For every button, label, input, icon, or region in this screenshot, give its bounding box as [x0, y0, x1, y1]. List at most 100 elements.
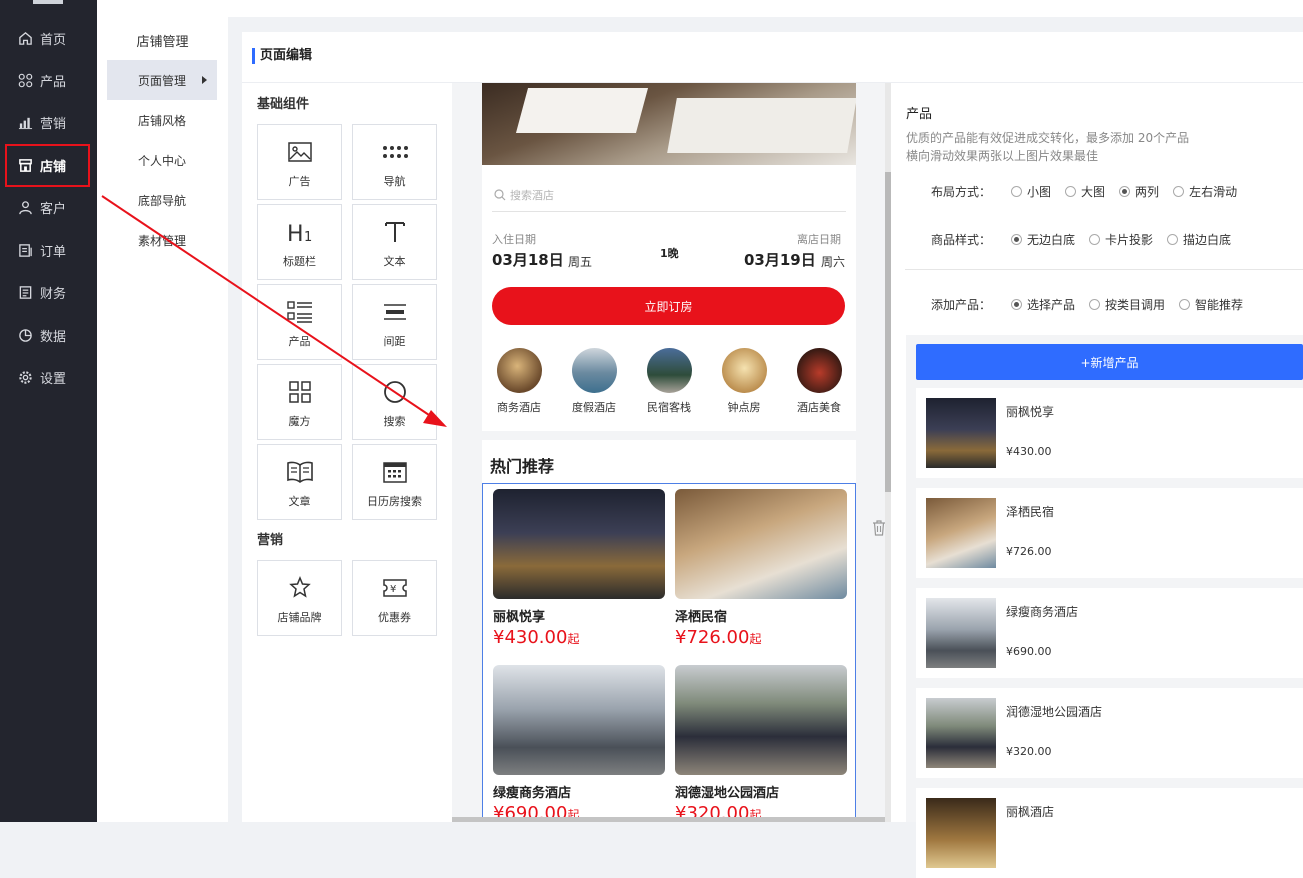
delete-component-button[interactable]	[872, 520, 886, 540]
style-radio-outline-white[interactable]: 描边白底	[1167, 231, 1231, 248]
book-now-button[interactable]: 立即订房	[492, 287, 845, 325]
product-list-item[interactable]: 泽栖民宿 ¥726.00	[916, 488, 1303, 578]
svg-text:1: 1	[304, 230, 312, 244]
product-list-item[interactable]: 润德湿地公园酒店 ¥320.00	[916, 688, 1303, 778]
product-price: ¥726.00	[1006, 545, 1052, 558]
sidebar-item-label: 数据	[40, 329, 67, 345]
radio-circle	[1065, 186, 1077, 197]
radio-circle	[1173, 186, 1185, 197]
hot-item-card[interactable]: 丽枫悦享 ¥430.00起	[493, 489, 665, 648]
category-label: 度假酒店	[572, 401, 616, 414]
hot-recommend-title: 热门推荐	[490, 457, 555, 476]
component-text[interactable]: 文本	[352, 204, 437, 280]
sidebar-item-finance[interactable]: 财务	[5, 272, 90, 312]
store-subnav: 店铺管理 页面管理 店铺风格 个人中心 底部导航 素材管理	[97, 0, 228, 822]
component-coupon[interactable]: ¥ 优惠券	[352, 560, 437, 636]
subnav-item-bottom-nav[interactable]: 底部导航	[107, 180, 217, 220]
add-radio-smart-recommend[interactable]: 智能推荐	[1179, 296, 1243, 313]
component-product[interactable]: 产品	[257, 284, 342, 360]
subnav-item-page-manage[interactable]: 页面管理	[107, 60, 217, 100]
sidebar-item-customers[interactable]: 客户	[5, 187, 90, 227]
layout-radio-two-column[interactable]: 两列	[1119, 183, 1159, 200]
component-nav[interactable]: 导航	[352, 124, 437, 200]
hotel-name: 丽枫悦享	[493, 610, 546, 625]
component-article[interactable]: 文章	[257, 444, 342, 520]
sidebar-item-label: 产品	[40, 74, 67, 90]
product-name: 丽枫酒店	[1006, 805, 1055, 819]
main-sidebar: 首页 产品 营销 店铺 客户 订单 财务 数据 设置	[0, 0, 97, 822]
checkout-date[interactable]: 03月19日	[744, 249, 816, 270]
hot-item-card[interactable]: 泽栖民宿 ¥726.00起	[675, 489, 847, 648]
radio-circle	[1167, 234, 1179, 245]
category-image	[646, 348, 692, 393]
subnav-item-materials[interactable]: 素材管理	[107, 220, 217, 260]
category-resort-hotel[interactable]: 度假酒店	[559, 348, 629, 415]
component-spacing[interactable]: 间距	[352, 284, 437, 360]
properties-description: 优质的产品能有效促进成交转化，最多添加 20个产品	[906, 131, 1190, 145]
sidebar-item-home[interactable]: 首页	[5, 18, 90, 58]
sidebar-item-marketing[interactable]: 营销	[5, 102, 90, 142]
style-radio-card-shadow[interactable]: 卡片投影	[1089, 231, 1153, 248]
layout-radio-small[interactable]: 小图	[1011, 183, 1051, 200]
canvas-horizontal-scrollbar[interactable]	[452, 817, 885, 822]
layout-radio-horizontal-slide[interactable]: 左右滑动	[1173, 183, 1237, 200]
component-label: 店铺品牌	[277, 611, 322, 624]
subnav-item-personal-center[interactable]: 个人中心	[107, 140, 217, 180]
style-radio-plain-white[interactable]: 无边白底	[1011, 231, 1075, 248]
product-list-item[interactable]: 绿瘦商务酒店 ¥690.00	[916, 588, 1303, 678]
component-calendar-search[interactable]: 日历房搜索	[352, 444, 437, 520]
nights-count: 1晚	[660, 247, 679, 260]
text-icon	[384, 219, 406, 245]
hotel-image	[675, 665, 847, 775]
svg-text:H: H	[287, 222, 304, 244]
component-store-brand[interactable]: 店铺品牌	[257, 560, 342, 636]
component-ad[interactable]: 广告	[257, 124, 342, 200]
radio-circle-checked	[1119, 186, 1131, 197]
category-business-hotel[interactable]: 商务酒店	[484, 348, 554, 415]
sidebar-item-data[interactable]: 数据	[5, 315, 90, 355]
category-hourly-room[interactable]: 钟点房	[709, 348, 779, 415]
category-guesthouse[interactable]: 民宿客栈	[634, 348, 704, 415]
subnav-item-store-style[interactable]: 店铺风格	[107, 100, 217, 140]
brand-icon	[288, 575, 311, 601]
subnav-item-label: 底部导航	[138, 193, 187, 208]
hot-item-card[interactable]: 润德湿地公园酒店 ¥320.00起	[675, 665, 847, 822]
subnav-item-label: 页面管理	[138, 73, 187, 88]
image-icon	[287, 139, 312, 165]
component-heading[interactable]: H1 标题栏	[257, 204, 342, 280]
component-label: 导航	[383, 175, 406, 188]
component-palette: 基础组件 广告 导航 H1 标题栏 文本 产品 间距 魔方 搜索 文章 日历房搜…	[242, 83, 452, 822]
sidebar-item-settings[interactable]: 设置	[5, 357, 90, 397]
category-hotel-dining[interactable]: 酒店美食	[784, 348, 854, 415]
sidebar-item-label: 首页	[40, 32, 67, 48]
sidebar-item-label: 财务	[40, 286, 67, 302]
logo	[33, 0, 63, 4]
product-component-selected[interactable]: 丽枫悦享 ¥430.00起 泽栖民宿 ¥726.00起 绿瘦商务酒店 ¥690.…	[482, 483, 856, 822]
product-list-item[interactable]: 丽枫悦享 ¥430.00	[916, 388, 1303, 478]
add-radio-by-category[interactable]: 按类目调用	[1089, 296, 1165, 313]
sidebar-item-store[interactable]: 店铺	[5, 144, 90, 187]
category-image	[796, 348, 842, 393]
component-search[interactable]: 搜索	[352, 364, 437, 440]
page-editor-panel: 页面编辑 基础组件 广告 导航 H1 标题栏 文本 产品 间距 魔方 搜索 文章…	[242, 32, 1303, 878]
phone-preview: 搜索酒店 入住日期 03月18日 周五 1晚 离店日期 03月19日 周六 立即…	[482, 83, 856, 822]
product-list-item[interactable]: 丽枫酒店	[916, 788, 1303, 878]
component-properties: 产品 优质的产品能有效促进成交转化，最多添加 20个产品 横向滑动效果两张以上图…	[891, 83, 1303, 878]
sidebar-item-label: 客户	[40, 201, 67, 217]
hot-item-card[interactable]: 绿瘦商务酒店 ¥690.00起	[493, 665, 665, 822]
layout-radio-large[interactable]: 大图	[1065, 183, 1105, 200]
properties-divider	[905, 269, 1303, 270]
add-product-button[interactable]: +新增产品	[916, 344, 1303, 380]
checkout-weekday: 周六	[821, 255, 846, 269]
product-price: ¥430.00	[1006, 445, 1052, 458]
add-radio-select-product[interactable]: 选择产品	[1011, 296, 1075, 313]
checkin-date[interactable]: 03月18日	[492, 249, 564, 270]
properties-title: 产品	[906, 107, 933, 122]
add-product-option-row: 添加产品： 选择产品 按类目调用 智能推荐	[931, 296, 1243, 313]
sidebar-item-products[interactable]: 产品	[5, 60, 90, 100]
product-thumbnail	[926, 798, 996, 868]
component-label: 标题栏	[283, 255, 316, 268]
sidebar-item-orders[interactable]: 订单	[5, 230, 90, 270]
component-cube[interactable]: 魔方	[257, 364, 342, 440]
hotel-search-bar[interactable]: 搜索酒店	[492, 178, 846, 212]
